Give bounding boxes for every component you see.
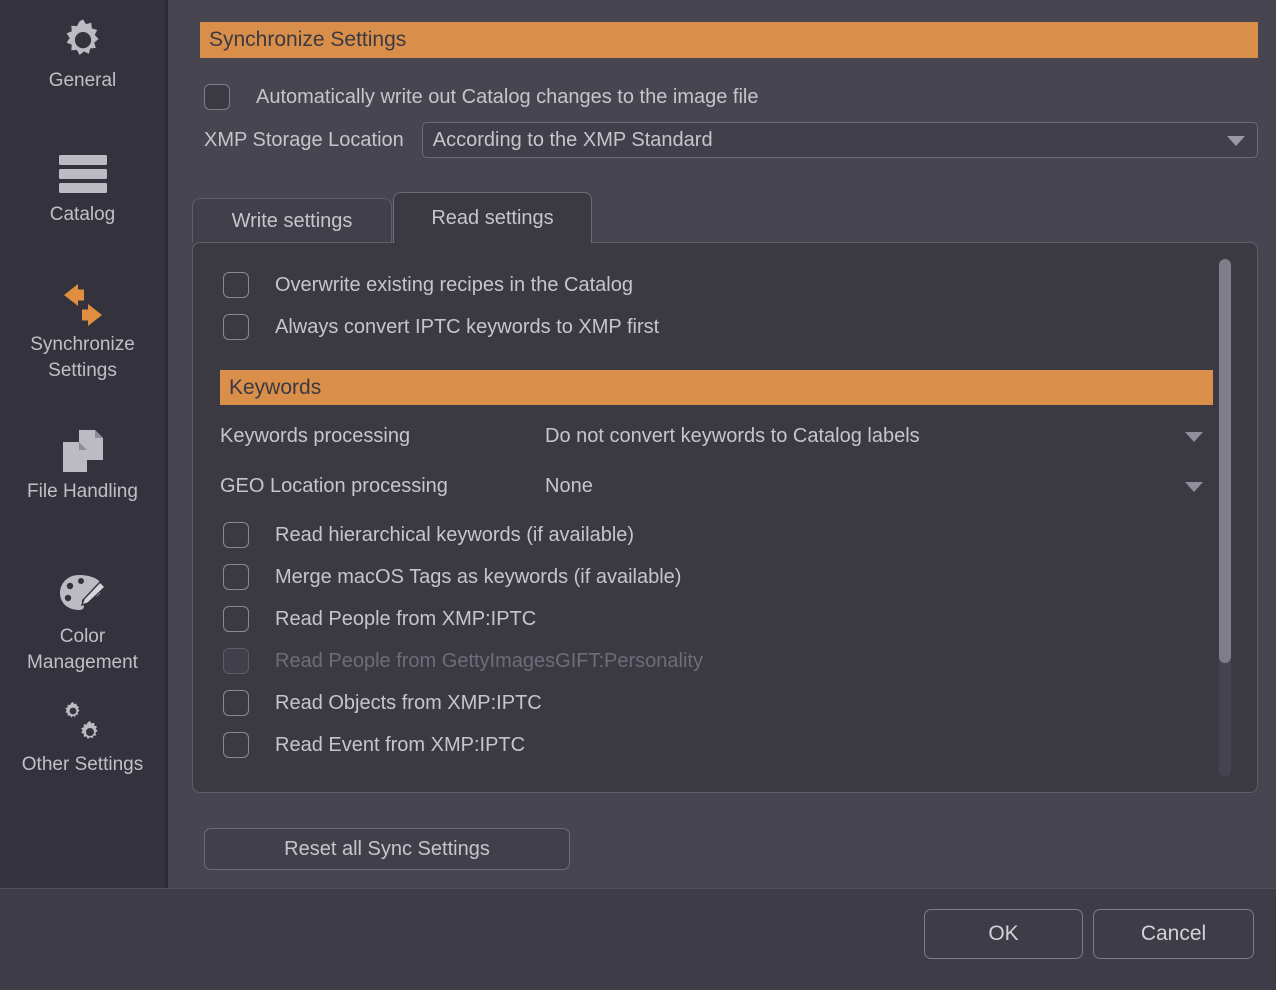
sidebar-item-label: File Handling bbox=[27, 481, 138, 502]
tab-label: Write settings bbox=[231, 209, 353, 232]
overwrite-recipes-checkbox[interactable] bbox=[223, 272, 249, 298]
sidebar-item-synchronize-settings[interactable]: Synchronize Settings bbox=[0, 278, 165, 384]
read-objects-xmp-iptc-checkbox[interactable] bbox=[223, 690, 249, 716]
merge-macos-tags-label: Merge macOS Tags as keywords (if availab… bbox=[275, 565, 682, 588]
overwrite-recipes-row[interactable]: Overwrite existing recipes in the Catalo… bbox=[223, 272, 633, 298]
read-objects-xmp-iptc-label: Read Objects from XMP:IPTC bbox=[275, 691, 542, 714]
tab-read-settings[interactable]: Read settings bbox=[393, 192, 592, 243]
keywords-processing-label: Keywords processing bbox=[220, 424, 411, 447]
auto-write-catalog-changes-row[interactable]: Automatically write out Catalog changes … bbox=[204, 84, 759, 110]
auto-write-catalog-changes-checkbox[interactable] bbox=[204, 84, 230, 110]
xmp-storage-location-label: XMP Storage Location bbox=[204, 128, 404, 151]
sidebar-item-file-handling[interactable]: File Handling bbox=[0, 425, 165, 505]
read-objects-xmp-iptc-row[interactable]: Read Objects from XMP:IPTC bbox=[223, 690, 542, 716]
geo-location-processing-select[interactable]: GEO Location processing None bbox=[220, 471, 1213, 501]
xmp-storage-location-select[interactable]: According to the XMP Standard bbox=[421, 122, 1258, 158]
read-event-xmp-iptc-row[interactable]: Read Event from XMP:IPTC bbox=[223, 732, 525, 758]
chevron-down-icon bbox=[1227, 136, 1245, 146]
read-event-xmp-iptc-label: Read Event from XMP:IPTC bbox=[275, 733, 526, 756]
overwrite-recipes-label: Overwrite existing recipes in the Catalo… bbox=[275, 273, 633, 296]
read-hierarchical-keywords-label: Read hierarchical keywords (if available… bbox=[275, 523, 635, 546]
sidebar-item-catalog[interactable]: Catalog bbox=[0, 148, 165, 228]
sync-arrows-icon bbox=[0, 278, 165, 332]
sidebar-item-color-management[interactable]: Color Management bbox=[0, 570, 165, 676]
auto-write-catalog-changes-label: Automatically write out Catalog changes … bbox=[256, 85, 759, 108]
reset-all-sync-settings-button[interactable]: Reset all Sync Settings bbox=[204, 828, 570, 870]
xmp-storage-location-value: According to the XMP Standard bbox=[432, 128, 713, 151]
double-gear-icon bbox=[0, 698, 165, 752]
sidebar-item-general[interactable]: General bbox=[0, 14, 165, 94]
cancel-button-label: Cancel bbox=[1140, 922, 1207, 945]
tab-label: Read settings bbox=[431, 206, 554, 229]
tab-write-settings[interactable]: Write settings bbox=[192, 198, 392, 243]
gear-icon bbox=[0, 14, 165, 68]
read-hierarchical-keywords-row[interactable]: Read hierarchical keywords (if available… bbox=[223, 522, 634, 548]
read-event-xmp-iptc-checkbox[interactable] bbox=[223, 732, 249, 758]
read-settings-panel: Overwrite existing recipes in the Catalo… bbox=[192, 242, 1258, 793]
preferences-dialog: General Catalog Synchronize Settings Fil… bbox=[0, 0, 1276, 990]
keywords-section-header: Keywords bbox=[220, 370, 1213, 405]
keywords-processing-value: Do not convert keywords to Catalog label… bbox=[545, 424, 920, 447]
settings-tabs: Write settings Read settings bbox=[192, 192, 1258, 243]
read-people-xmp-iptc-checkbox[interactable] bbox=[223, 606, 249, 632]
read-people-xmp-iptc-label: Read People from XMP:IPTC bbox=[275, 607, 537, 630]
sidebar-item-label: Other Settings bbox=[21, 754, 144, 775]
xmp-storage-location-row: XMP Storage Location According to the XM… bbox=[204, 122, 1258, 158]
dialog-footer: OK Cancel bbox=[0, 888, 1276, 990]
read-people-getty-label: Read People from GettyImagesGIFT:Persona… bbox=[275, 649, 703, 672]
sidebar-item-label: Synchronize Settings bbox=[30, 334, 135, 381]
convert-iptc-keywords-label: Always convert IPTC keywords to XMP firs… bbox=[275, 315, 660, 338]
merge-macos-tags-checkbox[interactable] bbox=[223, 564, 249, 590]
sidebar-item-label: General bbox=[48, 70, 117, 91]
merge-macos-tags-row[interactable]: Merge macOS Tags as keywords (if availab… bbox=[223, 564, 681, 590]
read-people-getty-row: Read People from GettyImagesGIFT:Persona… bbox=[223, 648, 703, 674]
ok-button[interactable]: OK bbox=[924, 909, 1083, 959]
geo-location-processing-label: GEO Location processing bbox=[220, 474, 448, 497]
panel-scrollbar-thumb[interactable] bbox=[1219, 259, 1231, 663]
keywords-processing-select[interactable]: Keywords processing Do not convert keywo… bbox=[220, 421, 1213, 451]
main-content: Synchronize Settings Automatically write… bbox=[168, 0, 1276, 888]
chevron-down-icon bbox=[1185, 482, 1203, 492]
reset-button-label: Reset all Sync Settings bbox=[284, 837, 490, 860]
page-title: Synchronize Settings bbox=[200, 22, 1258, 58]
ok-button-label: OK bbox=[988, 922, 1019, 945]
convert-iptc-keywords-row[interactable]: Always convert IPTC keywords to XMP firs… bbox=[223, 314, 659, 340]
documents-icon bbox=[0, 425, 165, 479]
cancel-button[interactable]: Cancel bbox=[1093, 909, 1254, 959]
sidebar-item-label: Color Management bbox=[27, 626, 138, 673]
sidebar-item-label: Catalog bbox=[49, 204, 116, 225]
stacked-bars-icon bbox=[0, 148, 165, 202]
geo-location-processing-value: None bbox=[545, 474, 593, 497]
panel-scrollbar-track[interactable] bbox=[1219, 259, 1231, 777]
chevron-down-icon bbox=[1185, 432, 1203, 442]
sidebar: General Catalog Synchronize Settings Fil… bbox=[0, 0, 165, 888]
convert-iptc-keywords-checkbox[interactable] bbox=[223, 314, 249, 340]
read-people-xmp-iptc-row[interactable]: Read People from XMP:IPTC bbox=[223, 606, 536, 632]
read-hierarchical-keywords-checkbox[interactable] bbox=[223, 522, 249, 548]
palette-icon bbox=[0, 570, 165, 624]
sidebar-item-other-settings[interactable]: Other Settings bbox=[0, 698, 165, 778]
read-people-getty-checkbox bbox=[223, 648, 249, 674]
